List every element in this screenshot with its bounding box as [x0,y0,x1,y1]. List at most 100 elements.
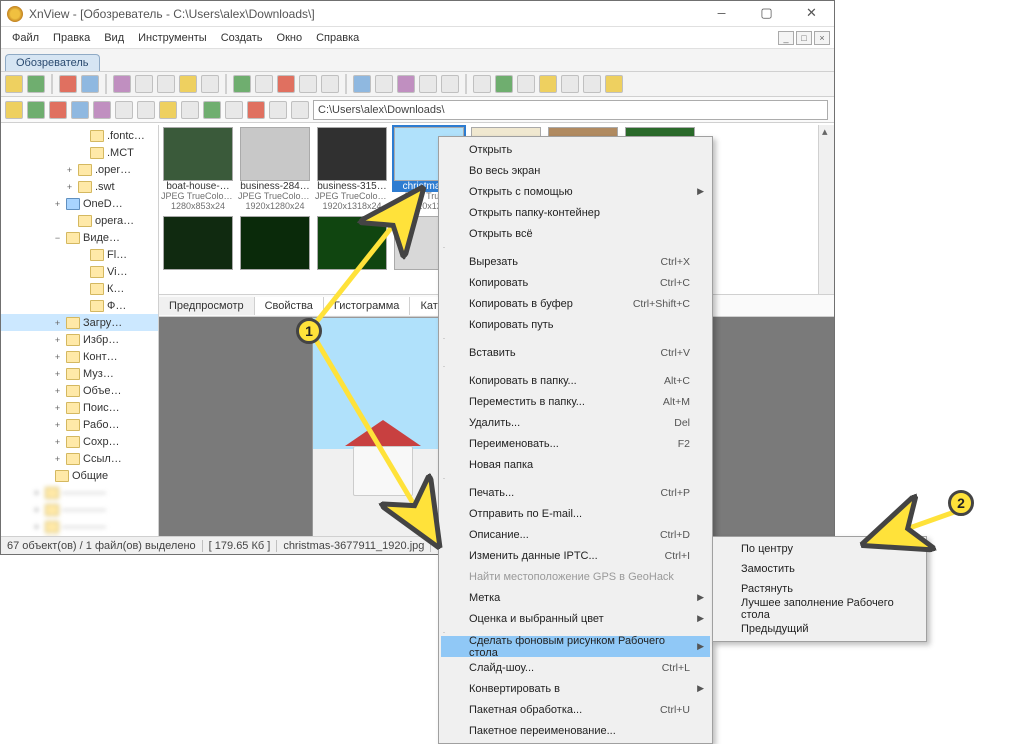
menu-item[interactable]: Печать...Ctrl+P [441,482,710,503]
toolbar-button[interactable] [157,75,175,93]
toolbar-button[interactable] [473,75,491,93]
menu-item[interactable]: Удалить...Del [441,412,710,433]
menu-item[interactable]: Отправить по E-mail... [441,503,710,524]
tree-node[interactable]: +Рабо… [1,416,158,433]
menu-item[interactable]: Пакетная обработка...Ctrl+U [441,699,710,720]
toolbar-button[interactable] [49,101,67,119]
address-bar[interactable]: C:\Users\alex\Downloads\ [313,100,828,120]
thumbnail[interactable] [161,216,235,270]
toolbar-button[interactable] [495,75,513,93]
minimize-button[interactable]: — [699,1,744,26]
toolbar-button[interactable] [179,75,197,93]
thumbnail[interactable] [315,216,389,270]
tree-node[interactable]: +Поис… [1,399,158,416]
toolbar-button[interactable] [81,75,99,93]
tree-node[interactable]: +Ссыл… [1,450,158,467]
toolbar-button[interactable] [277,75,295,93]
toolbar-button[interactable] [59,75,77,93]
menu-Правка[interactable]: Правка [46,30,97,46]
tree-node[interactable]: Общие [1,467,158,484]
toolbar-button[interactable] [397,75,415,93]
menu-item[interactable]: Пакетное переименование... [441,720,710,741]
thumbnail[interactable] [238,216,312,270]
toolbar-button[interactable] [113,75,131,93]
tree-node[interactable]: .MCT [1,144,158,161]
submenu-item[interactable]: Растянуть [715,579,924,599]
toolbar-button[interactable] [27,101,45,119]
tree-node[interactable]: К… [1,280,158,297]
toolbar-button[interactable] [71,101,89,119]
toolbar-button[interactable] [517,75,535,93]
tree-node[interactable]: +.swt [1,178,158,195]
toolbar-button[interactable] [203,101,221,119]
mdi-close-button[interactable]: × [814,31,830,45]
menu-item[interactable]: КопироватьCtrl+C [441,272,710,293]
menu-item[interactable]: Во весь экран [441,160,710,181]
wallpaper-submenu[interactable]: По центруЗамоститьРастянутьЛучшее заполн… [712,536,927,642]
menu-item[interactable]: Открыть [441,139,710,160]
thumbnail[interactable]: business-315…JPEG TrueColor…1920x1318x24 [315,127,389,212]
tab-browser[interactable]: Обозреватель [5,54,100,71]
menu-item[interactable]: Переместить в папку...Alt+M [441,391,710,412]
close-button[interactable]: ✕ [789,1,834,26]
menu-Вид[interactable]: Вид [97,30,131,46]
tree-node[interactable]: −Виде… [1,229,158,246]
toolbar-button[interactable] [255,75,273,93]
toolbar-button[interactable] [137,101,155,119]
submenu-item[interactable]: По центру [715,539,924,559]
toolbar-button[interactable] [353,75,371,93]
thumbnail[interactable]: boat-house-…JPEG TrueColor…1280x853x24 [161,127,235,212]
menu-item[interactable]: Копировать путь [441,314,710,335]
tree-node[interactable]: +OneD… [1,195,158,212]
tree-node[interactable]: .fontc… [1,127,158,144]
toolbar-button[interactable] [561,75,579,93]
toolbar-button[interactable] [419,75,437,93]
menu-item[interactable]: Слайд-шоу...Ctrl+L [441,657,710,678]
mdi-restore-button[interactable]: □ [796,31,812,45]
submenu-item[interactable]: Лучшее заполнение Рабочего стола [715,599,924,619]
menu-Окно[interactable]: Окно [270,30,310,46]
menu-item[interactable]: Оценка и выбранный цвет▶ [441,608,710,629]
tree-node[interactable]: +Конт… [1,348,158,365]
tree-node[interactable]: Vi… [1,263,158,280]
menu-Файл[interactable]: Файл [5,30,46,46]
menu-item[interactable]: Копировать в папку...Alt+C [441,370,710,391]
tree-node[interactable]: Ф… [1,297,158,314]
menu-item[interactable]: Изменить данные IPTC...Ctrl+I [441,545,710,566]
toolbar-button[interactable] [5,75,23,93]
menu-item[interactable]: Копировать в буферCtrl+Shift+C [441,293,710,314]
toolbar-button[interactable] [233,75,251,93]
tree-node[interactable]: +Муз… [1,365,158,382]
menu-item[interactable]: Открыть всё [441,223,710,244]
tree-node[interactable]: opera… [1,212,158,229]
toolbar-button[interactable] [93,101,111,119]
menu-item[interactable]: Переименовать...F2 [441,433,710,454]
toolbar-button[interactable] [247,101,265,119]
menu-Справка[interactable]: Справка [309,30,366,46]
toolbar-button[interactable] [181,101,199,119]
menu-item[interactable]: Открыть папку-контейнер [441,202,710,223]
preview-tab[interactable]: Предпросмотр [159,297,255,315]
toolbar-button[interactable] [441,75,459,93]
toolbar-button[interactable] [539,75,557,93]
menu-item[interactable]: Открыть с помощью▶ [441,181,710,202]
toolbar-button[interactable] [135,75,153,93]
toolbar-button[interactable] [269,101,287,119]
menu-item[interactable]: Конвертировать в▶ [441,678,710,699]
thumbnail[interactable]: business-284…JPEG TrueColor…1920x1280x24 [238,127,312,212]
toolbar-button[interactable] [159,101,177,119]
toolbar-button[interactable] [605,75,623,93]
maximize-button[interactable]: ▢ [744,1,789,26]
toolbar-button[interactable] [583,75,601,93]
context-menu[interactable]: ОткрытьВо весь экранОткрыть с помощью▶От… [438,136,713,744]
tree-node[interactable]: +Загру… [1,314,158,331]
submenu-item[interactable]: Предыдущий [715,619,924,639]
menu-item[interactable]: ВырезатьCtrl+X [441,251,710,272]
folder-tree[interactable]: .fontc….MCT+.oper…+.swt+OneD…opera…−Виде… [1,125,159,536]
scrollbar[interactable] [818,125,834,294]
preview-tab[interactable]: Свойства [255,297,324,315]
toolbar-button[interactable] [5,101,23,119]
tree-node[interactable]: +Избр… [1,331,158,348]
mdi-minimize-button[interactable]: _ [778,31,794,45]
toolbar-button[interactable] [115,101,133,119]
